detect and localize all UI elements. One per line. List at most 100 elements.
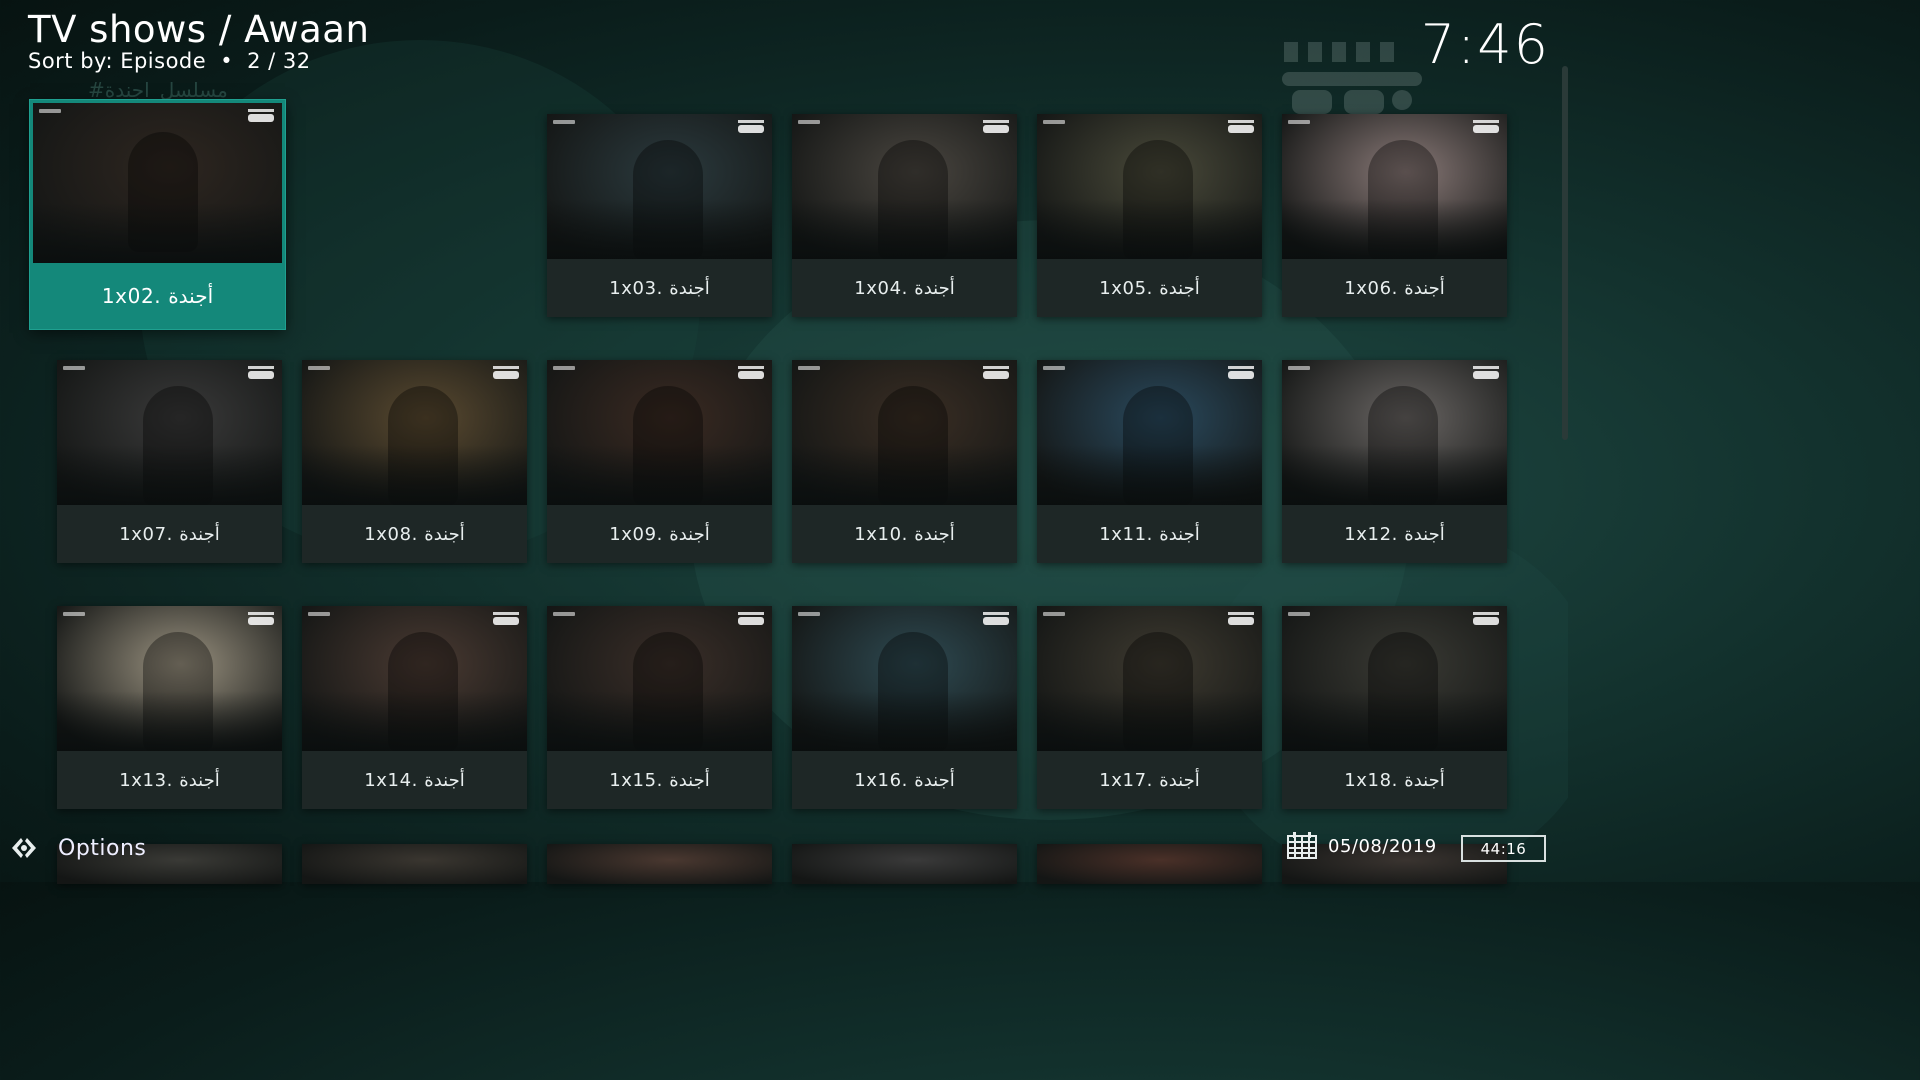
episode-thumbnail — [1037, 360, 1262, 505]
dubai-logo-icon — [983, 120, 1009, 133]
episode-tile[interactable]: 1x06. أجندة — [1282, 114, 1507, 317]
episode-tile-partial[interactable] — [547, 844, 772, 884]
episode-tile[interactable]: 1x17. أجندة — [1037, 606, 1262, 809]
episode-thumbnail — [1282, 360, 1507, 505]
options-icon — [12, 838, 36, 858]
episode-thumbnail — [792, 844, 1017, 884]
separator-bullet: • — [220, 49, 234, 73]
episode-title: 1x09. أجندة — [547, 505, 772, 563]
hashtag-badge — [1288, 612, 1310, 616]
dubai-logo-icon — [248, 366, 274, 379]
thumbnail-fade — [1282, 199, 1507, 259]
thumbnail-fade — [547, 445, 772, 505]
episode-tile[interactable]: 1x14. أجندة — [302, 606, 527, 809]
episode-tile[interactable]: 1x15. أجندة — [547, 606, 772, 809]
thumbnail-fade — [57, 445, 282, 505]
dubai-logo-icon — [1473, 612, 1499, 625]
options-button[interactable]: Options — [10, 834, 146, 862]
episode-tile[interactable]: 1x16. أجندة — [792, 606, 1017, 809]
episode-tile[interactable]: 1x07. أجندة — [57, 360, 282, 563]
dubai-logo-icon — [493, 366, 519, 379]
dubai-logo-icon — [983, 366, 1009, 379]
thumbnail-fade — [547, 199, 772, 259]
hashtag-badge — [553, 120, 575, 124]
episode-title: 1x16. أجندة — [792, 751, 1017, 809]
dubai-logo-icon — [983, 612, 1009, 625]
calendar-icon — [1287, 832, 1317, 859]
episode-title: 1x02. أجندة — [30, 263, 285, 329]
hashtag-badge — [1043, 366, 1065, 370]
dubai-logo-icon — [493, 612, 519, 625]
episode-tile[interactable]: 1x10. أجندة — [792, 360, 1017, 563]
episode-tile[interactable]: 1x02. أجندة — [30, 100, 285, 329]
episode-tile[interactable]: 1x11. أجندة — [1037, 360, 1262, 563]
dubai-logo-icon — [738, 120, 764, 133]
thumbnail-fade — [1282, 691, 1507, 751]
episode-thumbnail — [792, 360, 1017, 505]
episode-title: 1x03. أجندة — [547, 259, 772, 317]
hashtag-badge — [798, 120, 820, 124]
episode-thumbnail — [1282, 114, 1507, 259]
sort-info: Sort by: Episode • 2 / 32 — [28, 50, 369, 72]
episode-thumbnail — [547, 360, 772, 505]
sort-label[interactable]: Sort by: Episode — [28, 49, 206, 73]
episode-title: 1x17. أجندة — [1037, 751, 1262, 809]
hashtag-badge — [798, 612, 820, 616]
dubai-logo-icon — [738, 612, 764, 625]
episode-thumbnail — [547, 114, 772, 259]
thumbnail-fade — [33, 203, 282, 263]
scrollbar[interactable] — [1562, 66, 1568, 440]
episode-title: 1x08. أجندة — [302, 505, 527, 563]
dubai-logo-icon — [1473, 120, 1499, 133]
hashtag-badge — [308, 612, 330, 616]
episode-title: 1x07. أجندة — [57, 505, 282, 563]
time-remaining-value: 44:16 — [1480, 839, 1527, 858]
episode-title: 1x15. أجندة — [547, 751, 772, 809]
episode-title: 1x14. أجندة — [302, 751, 527, 809]
episode-title: 1x12. أجندة — [1282, 505, 1507, 563]
episode-tile-partial[interactable] — [792, 844, 1017, 884]
episode-thumbnail — [57, 606, 282, 751]
episode-tile[interactable]: 1x03. أجندة — [547, 114, 772, 317]
page-header: TV shows / Awaan Sort by: Episode • 2 / 32 — [28, 8, 370, 73]
thumbnail-fade — [1037, 199, 1262, 259]
thumbnail-fade — [1037, 445, 1262, 505]
episode-thumbnail — [1037, 606, 1262, 751]
hashtag-badge — [553, 366, 575, 370]
dubai-logo-icon — [1228, 120, 1254, 133]
episode-thumbnail — [792, 114, 1017, 259]
hashtag-badge — [39, 109, 61, 113]
episode-tile[interactable]: 1x04. أجندة — [792, 114, 1017, 317]
episode-tile[interactable]: 1x08. أجندة — [302, 360, 527, 563]
breadcrumb: TV shows / Awaan — [28, 8, 370, 51]
hashtag-badge — [1043, 612, 1065, 616]
clock: 7:46 — [1420, 13, 1550, 76]
episode-thumbnail — [57, 360, 282, 505]
episode-thumbnail — [1037, 844, 1262, 884]
episode-title: 1x10. أجندة — [792, 505, 1017, 563]
episode-tile[interactable]: 1x09. أجندة — [547, 360, 772, 563]
episode-tile[interactable]: 1x18. أجندة — [1282, 606, 1507, 809]
thumbnail-fade — [1282, 445, 1507, 505]
episode-tile-partial[interactable] — [302, 844, 527, 884]
episode-tile[interactable]: 1x13. أجندة — [57, 606, 282, 809]
thumbnail-fade — [792, 445, 1017, 505]
dubai-watermark-logo — [1282, 42, 1422, 114]
episode-title: 1x18. أجندة — [1282, 751, 1507, 809]
thumbnail-fade — [57, 691, 282, 751]
episode-tile-partial[interactable] — [1037, 844, 1262, 884]
episode-tile[interactable]: 1x05. أجندة — [1037, 114, 1262, 317]
episode-thumbnail — [33, 103, 282, 263]
hashtag-badge — [63, 366, 85, 370]
episode-tile[interactable]: 1x12. أجندة — [1282, 360, 1507, 563]
hashtag-badge — [1288, 366, 1310, 370]
item-position: 2 / 32 — [247, 49, 311, 73]
episode-thumbnail — [1282, 606, 1507, 751]
hashtag-badge — [308, 366, 330, 370]
episode-thumbnail — [792, 606, 1017, 751]
episode-thumbnail — [547, 844, 772, 884]
options-label: Options — [58, 835, 147, 861]
thumbnail-fade — [302, 691, 527, 751]
episode-thumbnail — [302, 844, 527, 884]
date-value: 05/08/2019 — [1328, 835, 1437, 857]
